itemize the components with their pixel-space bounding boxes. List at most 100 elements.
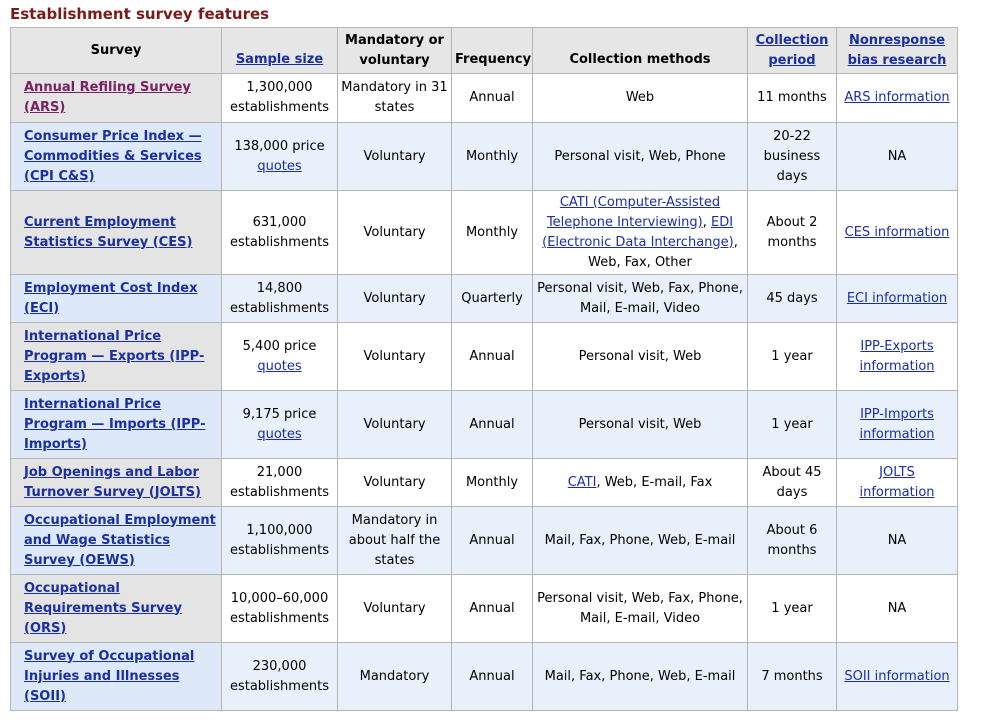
frequency-cell: Monthly bbox=[451, 122, 533, 191]
survey-name-cell: International Price Program — Exports (I… bbox=[10, 322, 222, 391]
methods-rest-text: , Web, E-mail, Fax bbox=[596, 474, 713, 490]
table-row: Job Openings and Labor Turnover Survey (… bbox=[10, 458, 958, 507]
nonresponse-cell: NA bbox=[836, 122, 958, 191]
frequency-cell: Annual bbox=[451, 73, 533, 123]
frequency-cell: Annual bbox=[451, 506, 533, 575]
nonresponse-cell: IPP-Imports information bbox=[836, 390, 958, 459]
sample-size-text: 5,400 price bbox=[242, 338, 317, 354]
survey-link-soii[interactable]: Survey of Occupational Injuries and Illn… bbox=[24, 649, 194, 704]
sample-size-text: 138,000 price bbox=[234, 138, 325, 154]
collection-period-cell: 7 months bbox=[747, 642, 837, 711]
ars-information-link[interactable]: ARS information bbox=[844, 90, 949, 105]
mandatory-cell: Voluntary bbox=[337, 574, 452, 643]
table-row: Consumer Price Index — Commodities & Ser… bbox=[10, 122, 958, 191]
survey-name-cell: Annual Refiling Survey (ARS) bbox=[10, 73, 222, 123]
frequency-cell: Annual bbox=[451, 574, 533, 643]
survey-link-ors[interactable]: Occupational Requirements Survey (ORS) bbox=[24, 581, 182, 636]
eci-information-link[interactable]: ECI information bbox=[847, 291, 947, 306]
header-sample-size: Sample size bbox=[221, 27, 338, 74]
survey-name-cell: Survey of Occupational Injuries and Illn… bbox=[10, 642, 222, 711]
mandatory-cell: Voluntary bbox=[337, 274, 452, 323]
sample-size-cell: 1,300,000 establishments bbox=[221, 73, 338, 123]
mandatory-cell: Mandatory in 31 states bbox=[337, 73, 452, 123]
survey-link-ipp-exports[interactable]: International Price Program — Exports (I… bbox=[24, 329, 204, 384]
nonresponse-cell: JOLTS information bbox=[836, 458, 958, 507]
collection-methods-cell: Mail, Fax, Phone, Web, E-mail bbox=[532, 506, 748, 575]
survey-link-jolts[interactable]: Job Openings and Labor Turnover Survey (… bbox=[24, 465, 201, 500]
nonresponse-cell: CES information bbox=[836, 190, 958, 275]
survey-link-cpi[interactable]: Consumer Price Index — Commodities & Ser… bbox=[24, 129, 202, 184]
table-row: International Price Program — Imports (I… bbox=[10, 390, 958, 459]
jolts-information-link[interactable]: JOLTS information bbox=[859, 465, 934, 500]
survey-link-ars[interactable]: Annual Refiling Survey (ARS) bbox=[24, 80, 191, 115]
table-caption: Establishment survey features bbox=[10, 5, 270, 23]
cati-link[interactable]: CATI (Computer-Assisted Telephone Interv… bbox=[547, 195, 720, 230]
quotes-link[interactable]: quotes bbox=[257, 427, 301, 442]
nonresponse-cell: SOII information bbox=[836, 642, 958, 711]
mandatory-cell: Mandatory in about half the states bbox=[337, 506, 452, 575]
survey-name-cell: International Price Program — Imports (I… bbox=[10, 390, 222, 459]
collection-methods-cell: CATI, Web, E-mail, Fax bbox=[532, 458, 748, 507]
collection-period-cell: 11 months bbox=[747, 73, 837, 123]
collection-period-cell: 1 year bbox=[747, 574, 837, 643]
frequency-cell: Monthly bbox=[451, 190, 533, 275]
survey-name-cell: Occupational Employment and Wage Statist… bbox=[10, 506, 222, 575]
sample-size-cell: 21,000 establishments bbox=[221, 458, 338, 507]
header-collection-methods: Collection methods bbox=[532, 27, 748, 74]
nonresponse-cell: NA bbox=[836, 506, 958, 575]
collection-methods-cell: Personal visit, Web, Fax, Phone, Mail, E… bbox=[532, 574, 748, 643]
mandatory-cell: Voluntary bbox=[337, 322, 452, 391]
survey-link-ces[interactable]: Current Employment Statistics Survey (CE… bbox=[24, 215, 192, 250]
collection-methods-cell: CATI (Computer-Assisted Telephone Interv… bbox=[532, 190, 748, 275]
header-frequency: Frequency bbox=[451, 27, 533, 74]
survey-name-cell: Occupational Requirements Survey (ORS) bbox=[10, 574, 222, 643]
header-row: Survey Sample size Mandatory or voluntar… bbox=[10, 27, 958, 74]
sample-size-cell: 9,175 price quotes bbox=[221, 390, 338, 459]
cati-link[interactable]: CATI bbox=[568, 475, 597, 490]
header-mandatory: Mandatory or voluntary bbox=[337, 27, 452, 74]
ces-information-link[interactable]: CES information bbox=[845, 225, 950, 240]
ipp-imports-information-link[interactable]: IPP-Imports information bbox=[859, 407, 934, 442]
sample-size-cell: 5,400 price quotes bbox=[221, 322, 338, 391]
table-row: Employment Cost Index (ECI) 14,800 estab… bbox=[10, 274, 958, 323]
frequency-cell: Quarterly bbox=[451, 274, 533, 323]
nonresponse-cell: IPP-Exports information bbox=[836, 322, 958, 391]
collection-period-cell: About 45 days bbox=[747, 458, 837, 507]
collection-period-cell: 45 days bbox=[747, 274, 837, 323]
collection-period-link[interactable]: Collection period bbox=[756, 33, 829, 68]
collection-methods-cell: Personal visit, Web, Phone bbox=[532, 122, 748, 191]
frequency-cell: Annual bbox=[451, 390, 533, 459]
quotes-link[interactable]: quotes bbox=[257, 159, 301, 174]
sample-size-cell: 230,000 establishments bbox=[221, 642, 338, 711]
quotes-link[interactable]: quotes bbox=[257, 359, 301, 374]
sample-size-cell: 1,100,000 establishments bbox=[221, 506, 338, 575]
methods-separator: , bbox=[702, 214, 711, 230]
sample-size-cell: 10,000–60,000 establishments bbox=[221, 574, 338, 643]
nonresponse-cell: ARS information bbox=[836, 73, 958, 123]
table-row: Survey of Occupational Injuries and Illn… bbox=[10, 642, 958, 711]
nonresponse-cell: NA bbox=[836, 574, 958, 643]
sample-size-cell: 14,800 establishments bbox=[221, 274, 338, 323]
sample-size-link[interactable]: Sample size bbox=[236, 52, 323, 67]
survey-name-cell: Employment Cost Index (ECI) bbox=[10, 274, 222, 323]
soii-information-link[interactable]: SOII information bbox=[844, 669, 949, 684]
nonresponse-bias-link[interactable]: Nonresponse bias research bbox=[848, 33, 947, 68]
establishment-survey-table: Survey Sample size Mandatory or voluntar… bbox=[10, 27, 958, 711]
survey-name-cell: Job Openings and Labor Turnover Survey (… bbox=[10, 458, 222, 507]
collection-methods-cell: Mail, Fax, Phone, Web, E-mail bbox=[532, 642, 748, 711]
nonresponse-cell: ECI information bbox=[836, 274, 958, 323]
table-row: Occupational Requirements Survey (ORS) 1… bbox=[10, 574, 958, 643]
frequency-cell: Monthly bbox=[451, 458, 533, 507]
table-row: Annual Refiling Survey (ARS) 1,300,000 e… bbox=[10, 73, 958, 123]
header-collection-period: Collection period bbox=[747, 27, 837, 74]
collection-methods-cell: Personal visit, Web bbox=[532, 390, 748, 459]
collection-methods-cell: Personal visit, Web, Fax, Phone, Mail, E… bbox=[532, 274, 748, 323]
survey-link-eci[interactable]: Employment Cost Index (ECI) bbox=[24, 281, 198, 316]
ipp-exports-information-link[interactable]: IPP-Exports information bbox=[859, 339, 934, 374]
mandatory-cell: Voluntary bbox=[337, 190, 452, 275]
mandatory-cell: Mandatory bbox=[337, 642, 452, 711]
mandatory-cell: Voluntary bbox=[337, 390, 452, 459]
survey-link-ipp-imports[interactable]: International Price Program — Imports (I… bbox=[24, 397, 205, 452]
survey-link-oews[interactable]: Occupational Employment and Wage Statist… bbox=[24, 513, 216, 568]
header-nonresponse: Nonresponse bias research bbox=[836, 27, 958, 74]
